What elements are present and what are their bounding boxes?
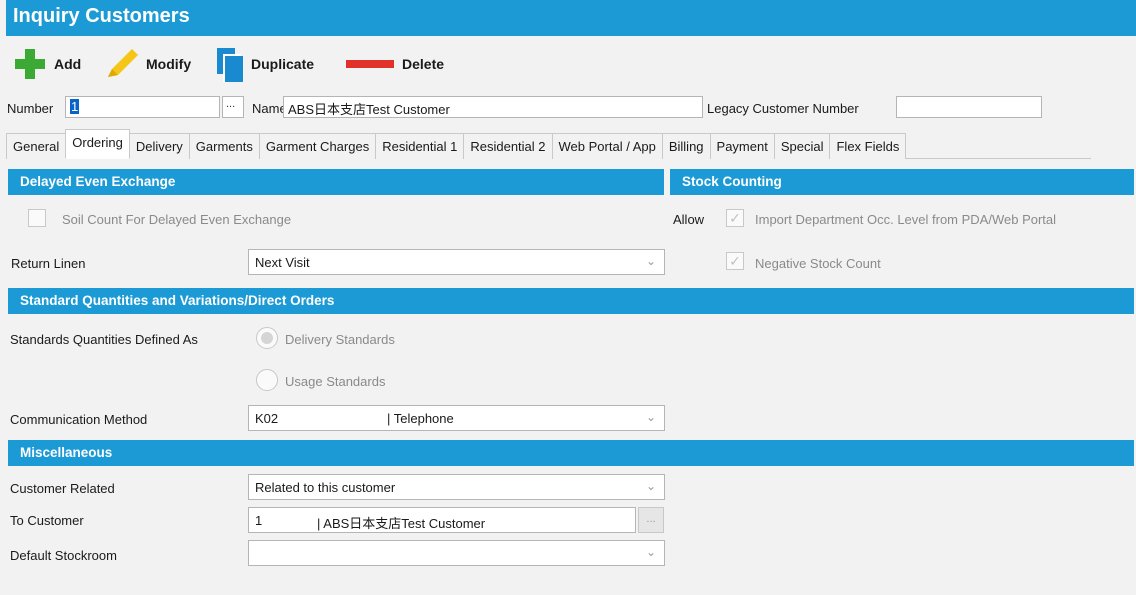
- window-title: Inquiry Customers: [6, 0, 1136, 36]
- tab-residential-2[interactable]: Residential 2: [463, 133, 553, 159]
- return-linen-value: Next Visit: [255, 255, 310, 270]
- tab-delivery[interactable]: Delivery: [128, 133, 190, 159]
- legacy-number-field[interactable]: [896, 96, 1042, 118]
- tab-general[interactable]: General: [6, 133, 67, 159]
- tab-payment[interactable]: Payment: [709, 133, 775, 159]
- communication-method-label: Communication Method: [10, 412, 148, 427]
- number-browse-button[interactable]: ...: [222, 96, 244, 118]
- chevron-down-icon: ⌄: [645, 545, 656, 559]
- tab-bar: General Ordering Delivery Garments Garme…: [6, 129, 1091, 159]
- to-customer-browse-button[interactable]: ...: [638, 507, 664, 533]
- customer-related-dropdown[interactable]: Related to this customer ⌄: [248, 474, 665, 500]
- usage-standards-label: Usage Standards: [285, 374, 386, 389]
- miscellaneous-header: Miscellaneous: [8, 440, 1134, 466]
- standards-defined-label: Standards Quantities Defined As: [10, 332, 198, 347]
- number-label: Number: [7, 101, 54, 116]
- add-button[interactable]: Add: [12, 47, 81, 81]
- to-customer-name: | ABS日本支店Test Customer: [317, 516, 486, 531]
- usage-standards-radio[interactable]: [256, 369, 278, 391]
- pencil-icon: [108, 49, 138, 77]
- import-occ-label: Import Department Occ. Level from PDA/We…: [755, 212, 1057, 227]
- delivery-standards-radio[interactable]: [256, 327, 278, 349]
- return-linen-dropdown[interactable]: Next Visit ⌄: [248, 249, 665, 275]
- duplicate-button[interactable]: Duplicate: [215, 47, 315, 82]
- chevron-down-icon: ⌄: [645, 254, 656, 268]
- name-field[interactable]: ABS日本支店Test Customer: [283, 96, 703, 118]
- minus-icon: [346, 60, 394, 68]
- communication-method-dropdown[interactable]: K02 | Telephone ⌄: [248, 405, 665, 431]
- modify-label: Modify: [146, 56, 192, 72]
- add-label: Add: [54, 56, 82, 72]
- number-value: 1: [70, 99, 80, 114]
- tab-special[interactable]: Special: [773, 133, 831, 159]
- allow-label: Allow: [673, 212, 705, 227]
- tab-garments[interactable]: Garments: [188, 133, 260, 159]
- checkmark-icon: ✓: [729, 252, 741, 269]
- chevron-down-icon: ⌄: [645, 479, 656, 493]
- delayed-exchange-header: Delayed Even Exchange: [8, 169, 664, 195]
- tab-garment-charges[interactable]: Garment Charges: [258, 133, 377, 159]
- negative-stock-label: Negative Stock Count: [755, 256, 881, 271]
- chevron-down-icon: ⌄: [645, 410, 656, 424]
- tab-billing[interactable]: Billing: [661, 133, 711, 159]
- default-stockroom-label: Default Stockroom: [10, 548, 117, 563]
- tab-ordering[interactable]: Ordering: [65, 129, 130, 159]
- modify-button[interactable]: Modify: [104, 47, 191, 81]
- standard-quantities-header: Standard Quantities and Variations/Direc…: [8, 288, 1134, 314]
- duplicate-label: Duplicate: [251, 56, 315, 72]
- return-linen-label: Return Linen: [11, 256, 86, 271]
- communication-desc: | Telephone: [387, 411, 454, 426]
- soil-count-checkbox[interactable]: [28, 209, 46, 227]
- to-customer-label: To Customer: [10, 513, 84, 528]
- delivery-standards-label: Delivery Standards: [285, 332, 395, 347]
- default-stockroom-dropdown[interactable]: ⌄: [248, 540, 665, 566]
- stock-counting-header: Stock Counting: [670, 169, 1134, 195]
- to-customer-field[interactable]: 1 | ABS日本支店Test Customer: [248, 507, 636, 533]
- delete-button[interactable]: Delete: [344, 47, 444, 81]
- duplicate-icon: [217, 48, 243, 82]
- to-customer-code: 1: [255, 513, 263, 528]
- tab-residential-1[interactable]: Residential 1: [375, 133, 465, 159]
- plus-icon: [15, 49, 45, 79]
- import-occ-checkbox[interactable]: ✓: [726, 209, 744, 227]
- tab-web-portal[interactable]: Web Portal / App: [551, 133, 663, 159]
- legacy-number-label: Legacy Customer Number: [707, 101, 859, 116]
- tab-flex-fields[interactable]: Flex Fields: [829, 133, 907, 159]
- name-label: Name: [252, 101, 287, 116]
- delete-label: Delete: [402, 56, 445, 72]
- soil-count-label: Soil Count For Delayed Even Exchange: [62, 212, 292, 227]
- communication-code: K02: [255, 411, 279, 426]
- negative-stock-checkbox[interactable]: ✓: [726, 252, 744, 270]
- checkmark-icon: ✓: [729, 209, 741, 226]
- customer-related-value: Related to this customer: [255, 480, 396, 495]
- number-field[interactable]: 1: [65, 96, 220, 118]
- customer-related-label: Customer Related: [10, 481, 115, 496]
